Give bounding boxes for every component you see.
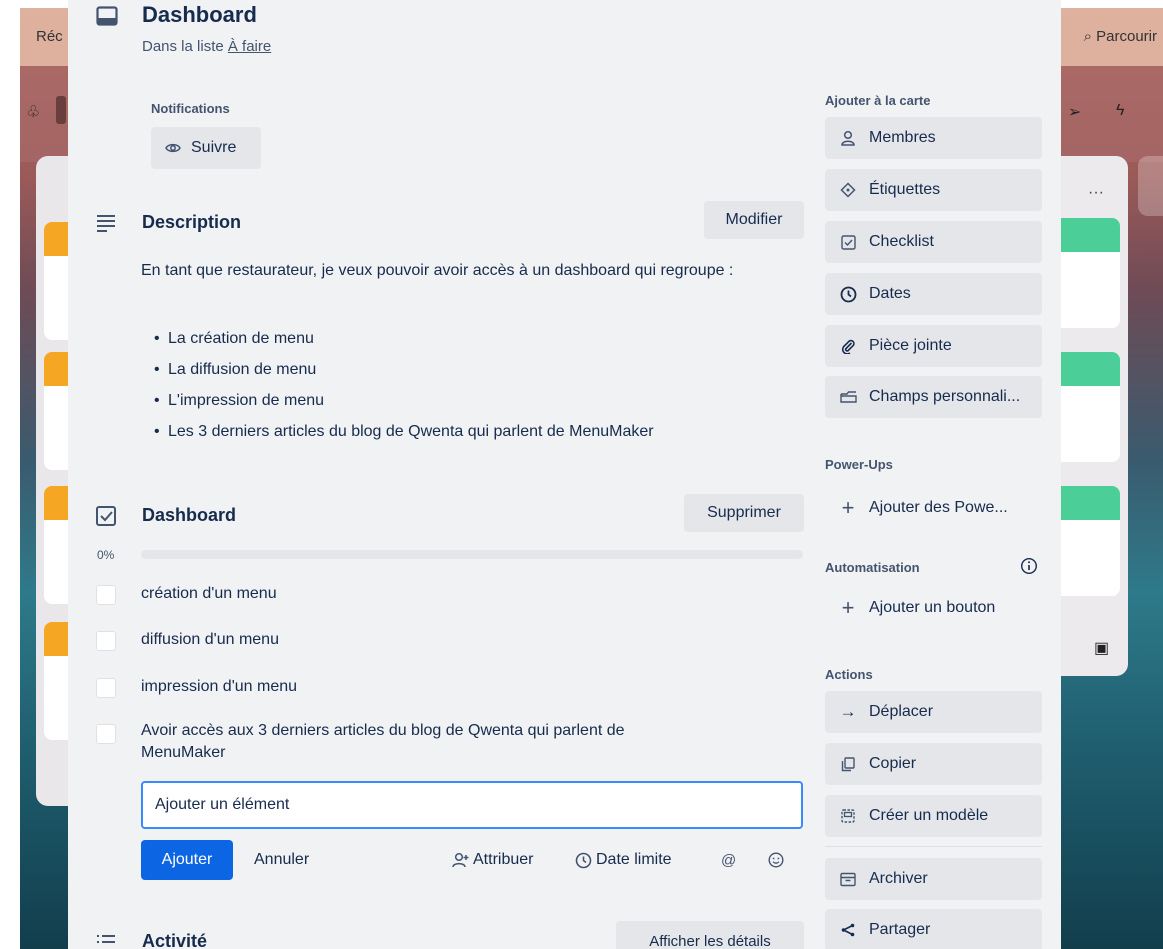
- paperclip-icon: [839, 337, 857, 355]
- archive-button[interactable]: Archiver: [825, 858, 1042, 900]
- activity-icon: [94, 932, 118, 949]
- notifications-label: Notifications: [151, 101, 230, 116]
- automation-heading: Automatisation: [825, 560, 920, 575]
- checklist-item-text[interactable]: Avoir accès aux 3 derniers articles du b…: [141, 720, 711, 764]
- checklist-item: diffusion d'un menu: [96, 629, 796, 651]
- share-icon: [839, 921, 857, 939]
- emoji-button[interactable]: [768, 840, 784, 880]
- send-icon[interactable]: ➢: [1068, 102, 1081, 122]
- members-button[interactable]: Membres: [825, 117, 1042, 159]
- card-modal: Dashboard Dans la liste À faire Notifica…: [68, 0, 1061, 949]
- checklist-progress-bar: [141, 550, 803, 559]
- board-add-list[interactable]: [1138, 156, 1163, 216]
- card-sidebar: Ajouter à la carte Membres Étiquettes Ch…: [820, 0, 1050, 949]
- add-button-button[interactable]: + Ajouter un bouton: [825, 587, 1042, 629]
- card-icon: [96, 6, 118, 26]
- actions-heading: Actions: [825, 667, 873, 682]
- assign-button[interactable]: Attribuer: [451, 840, 533, 880]
- card-list-location: Dans la liste À faire: [142, 38, 272, 55]
- list-item: • La diffusion de menu: [154, 361, 317, 378]
- info-icon[interactable]: [1020, 557, 1038, 575]
- clock-icon: [575, 852, 592, 869]
- eye-icon: [165, 140, 181, 156]
- template-icon: [839, 807, 857, 825]
- checklist-checkbox[interactable]: [96, 678, 116, 698]
- list-item: • Les 3 derniers articles du blog de Qwen…: [154, 423, 654, 440]
- recent-menu[interactable]: Réc: [36, 28, 63, 45]
- progress-percent: 0%: [97, 548, 115, 562]
- checklist-item-text[interactable]: diffusion d'un menu: [141, 629, 701, 651]
- description-icon: [94, 211, 118, 235]
- list-item: • L'impression de menu: [154, 392, 325, 409]
- checklist-item: Avoir accès aux 3 derniers articles du b…: [96, 720, 796, 764]
- copy-button[interactable]: Copier: [825, 743, 1042, 785]
- smiley-icon: [768, 852, 784, 868]
- due-date-button[interactable]: Date limite: [575, 840, 672, 880]
- plus-icon: +: [841, 495, 855, 520]
- labels-button[interactable]: Étiquettes: [825, 169, 1042, 211]
- create-template-button[interactable]: Créer un modèle: [825, 795, 1042, 837]
- move-button[interactable]: → Déplacer: [825, 691, 1042, 733]
- card-main-column: Dashboard Dans la liste À faire Notifica…: [68, 0, 808, 949]
- tag-icon: [839, 181, 857, 199]
- mention-button[interactable]: @: [721, 840, 736, 880]
- show-details-button[interactable]: Afficher les détails: [616, 921, 804, 949]
- clock-icon: [839, 285, 857, 303]
- share-button[interactable]: Partager: [825, 909, 1042, 949]
- person-icon: [839, 129, 857, 147]
- template-icon[interactable]: ▣: [1094, 638, 1109, 658]
- edit-description-button[interactable]: Modifier: [704, 201, 804, 239]
- workspace-icon[interactable]: ♧: [26, 102, 40, 122]
- attachment-button[interactable]: Pièce jointe: [825, 325, 1042, 367]
- add-to-card-heading: Ajouter à la carte: [825, 93, 931, 108]
- checkbox-icon: [839, 233, 857, 251]
- power-ups-heading: Power-Ups: [825, 457, 893, 472]
- activity-title: Activité: [142, 931, 208, 949]
- checklist-button[interactable]: Checklist: [825, 221, 1042, 263]
- arrow-right-icon: →: [839, 702, 857, 721]
- custom-fields-button[interactable]: Champs personnali...: [825, 376, 1042, 418]
- checklist-item: création d'un menu: [96, 583, 796, 605]
- browse-menu[interactable]: ⌕ Parcourir: [1084, 28, 1157, 45]
- checklist-title[interactable]: Dashboard: [142, 505, 236, 526]
- description-text[interactable]: En tant que restaurateur, je veux pouvoi…: [141, 258, 781, 284]
- checklist-item-text[interactable]: impression d'un menu: [141, 676, 701, 698]
- card-title[interactable]: Dashboard: [142, 2, 257, 28]
- checklist-checkbox[interactable]: [96, 631, 116, 651]
- board-avatar: [56, 96, 66, 124]
- checklist-checkbox[interactable]: [96, 585, 116, 605]
- delete-checklist-button[interactable]: Supprimer: [684, 494, 804, 532]
- add-person-icon: [451, 851, 469, 869]
- list-link[interactable]: À faire: [228, 38, 271, 55]
- search-icon: ⌕: [1083, 28, 1097, 45]
- checklist-item: impression d'un menu: [96, 676, 796, 698]
- add-checklist-item-input[interactable]: [141, 781, 803, 829]
- cancel-button[interactable]: Annuler: [254, 840, 309, 880]
- list-menu-icon[interactable]: ···: [1088, 184, 1104, 202]
- description-title: Description: [142, 212, 242, 232]
- at-sign-icon: @: [721, 851, 737, 869]
- description-list: • La création de menu • La diffusion de me…: [154, 330, 654, 454]
- plus-icon: +: [841, 595, 855, 620]
- dates-button[interactable]: Dates: [825, 273, 1042, 315]
- add-item-button[interactable]: Ajouter: [141, 840, 233, 880]
- checklist-item-text[interactable]: création d'un menu: [141, 583, 701, 605]
- follow-button[interactable]: Suivre: [151, 127, 261, 169]
- list-item: • La création de menu: [154, 330, 314, 347]
- fields-icon: [839, 388, 857, 406]
- sidebar-divider: [825, 846, 1042, 847]
- lightning-icon[interactable]: ϟ: [1116, 102, 1124, 120]
- checklist-checkbox[interactable]: [96, 724, 116, 744]
- archive-icon: [839, 870, 857, 888]
- add-power-ups-button[interactable]: + Ajouter des Powe...: [825, 487, 1042, 529]
- copy-icon: [839, 755, 857, 773]
- checklist-icon: [94, 504, 118, 528]
